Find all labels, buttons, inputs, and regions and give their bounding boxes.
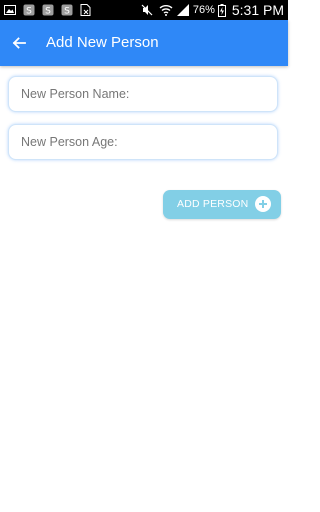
person-name-input[interactable] — [21, 77, 271, 111]
app-s-icon: S — [61, 4, 73, 16]
app-s-icon: S — [23, 4, 35, 16]
clock: 5:31 PM — [231, 2, 284, 18]
name-field[interactable] — [8, 76, 278, 112]
image-icon — [4, 4, 16, 16]
arrow-left-icon — [12, 37, 26, 49]
person-age-input[interactable] — [21, 125, 271, 159]
battery-percent: 76% — [192, 4, 215, 16]
age-field[interactable] — [8, 124, 278, 160]
signal-icon — [176, 4, 189, 16]
svg-text:S: S — [64, 7, 70, 17]
status-bar: S S S 76% 5:31 PM — [0, 0, 288, 20]
page-title: Add New Person — [46, 34, 159, 51]
battery-charging-icon — [217, 3, 226, 17]
system-icons: 76% 5:31 PM — [141, 0, 284, 20]
back-button[interactable] — [6, 29, 32, 57]
mute-icon — [141, 4, 153, 16]
notification-icons: S S S — [4, 3, 99, 17]
file-x-icon — [80, 4, 92, 16]
add-person-label: ADD PERSON — [177, 198, 249, 210]
app-s-icon: S — [42, 4, 54, 16]
add-person-button[interactable]: ADD PERSON — [163, 190, 281, 219]
plus-circle-icon — [255, 196, 271, 212]
svg-text:S: S — [45, 7, 51, 17]
svg-text:S: S — [26, 7, 32, 17]
wifi-icon — [159, 4, 173, 16]
app-bar: Add New Person — [0, 20, 288, 66]
